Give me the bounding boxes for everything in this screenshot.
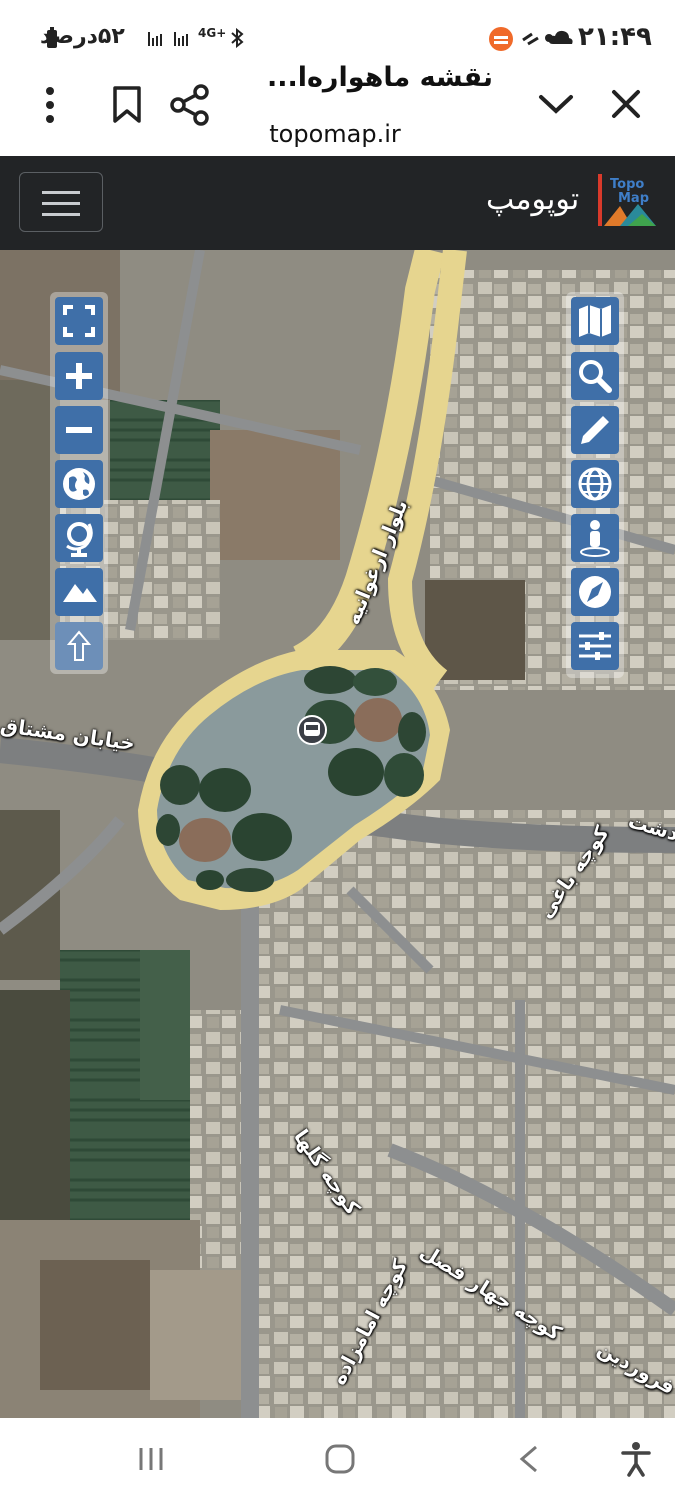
fullscreen-button[interactable] (55, 297, 103, 345)
map-layers-icon (579, 305, 611, 337)
logo-text-bottom: Map (618, 191, 649, 206)
globe-stand-icon (66, 522, 93, 557)
compass-button[interactable] (571, 568, 619, 616)
network-type: 4G+ (198, 26, 227, 40)
home-icon[interactable] (324, 1443, 356, 1475)
menu-toggle-button[interactable] (19, 172, 103, 232)
more-options-icon[interactable] (38, 86, 62, 124)
settings-sliders-button[interactable] (571, 622, 619, 670)
search-icon (579, 360, 612, 393)
close-icon[interactable] (610, 88, 642, 120)
signal-icon (148, 32, 188, 46)
sliders-icon (579, 632, 611, 660)
zoom-in-button[interactable] (55, 352, 103, 400)
zoom-out-button[interactable] (55, 406, 103, 454)
draw-button[interactable] (571, 406, 619, 454)
page-title: نقشه ماهواره‌ا... (266, 62, 494, 93)
share-icon[interactable] (170, 84, 210, 126)
zoom-out-icon (66, 427, 92, 433)
app-notification-icon (489, 27, 513, 51)
right-map-toolbar (566, 292, 624, 678)
status-time: ۲۱:۴۹ (578, 22, 652, 52)
globe-stand-button[interactable] (55, 514, 103, 562)
globe-icon (63, 468, 95, 500)
pencil-icon (581, 416, 609, 444)
left-map-toolbar (50, 292, 108, 674)
topomap-logo[interactable]: Topo Map (598, 174, 656, 226)
map-layers-button[interactable] (571, 297, 619, 345)
bluetooth-icon (231, 28, 244, 48)
fullscreen-icon (63, 305, 95, 337)
search-button[interactable] (571, 352, 619, 400)
zoom-in-icon (66, 363, 92, 389)
page-url[interactable]: topomap.ir (230, 120, 440, 148)
person-location-button[interactable] (571, 514, 619, 562)
compass-icon (579, 576, 611, 608)
recent-apps-icon[interactable] (136, 1444, 166, 1474)
chevron-down-icon[interactable] (538, 92, 574, 116)
brand-title[interactable]: توپومپ (486, 182, 579, 217)
up-arrow-icon (66, 630, 92, 661)
terrain-button[interactable] (55, 568, 103, 616)
web-globe-button[interactable] (571, 460, 619, 508)
back-icon[interactable] (516, 1444, 542, 1474)
globe-button[interactable] (55, 460, 103, 508)
link-notification-icon (522, 32, 539, 46)
accessibility-icon[interactable] (620, 1440, 652, 1478)
person-location-icon (580, 520, 610, 557)
battery-icon (47, 27, 57, 48)
up-button[interactable] (55, 622, 103, 670)
web-globe-icon (578, 467, 612, 501)
logo-text-top: Topo (610, 177, 644, 192)
mountain-icon (63, 584, 97, 602)
bookmark-icon[interactable] (110, 86, 144, 124)
cloud-icon (548, 30, 573, 44)
